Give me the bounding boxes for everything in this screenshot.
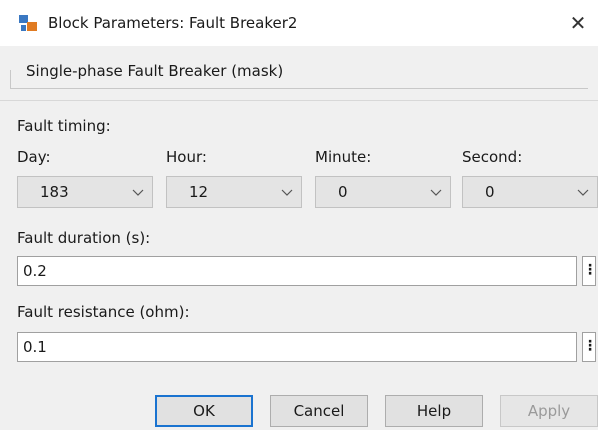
chevron-down-icon bbox=[430, 189, 442, 196]
fault-resistance-value: 0.1 bbox=[23, 338, 47, 356]
fault-duration-value: 0.2 bbox=[23, 262, 47, 280]
mask-title: Single-phase Fault Breaker (mask) bbox=[26, 62, 290, 80]
simulink-block-icon bbox=[18, 13, 38, 33]
chevron-down-icon bbox=[577, 189, 589, 196]
hour-value: 12 bbox=[189, 183, 209, 201]
apply-button[interactable]: Apply bbox=[500, 395, 598, 427]
fault-duration-field[interactable]: 0.2 bbox=[17, 256, 577, 286]
title-bar: Block Parameters: Fault Breaker2 ✕ bbox=[0, 0, 598, 46]
mask-group: Single-phase Fault Breaker (mask) bbox=[10, 60, 588, 90]
fault-duration-label: Fault duration (s): bbox=[17, 229, 151, 247]
minute-select[interactable]: 0 bbox=[315, 176, 451, 208]
minute-value: 0 bbox=[338, 183, 348, 201]
close-icon: ✕ bbox=[569, 11, 587, 35]
minute-label: Minute: bbox=[315, 148, 372, 166]
hour-select[interactable]: 12 bbox=[166, 176, 302, 208]
second-value: 0 bbox=[485, 183, 495, 201]
window-title: Block Parameters: Fault Breaker2 bbox=[48, 14, 298, 32]
more-vertical-icon: ⋮ bbox=[583, 338, 597, 354]
close-button[interactable]: ✕ bbox=[558, 0, 598, 46]
fault-duration-more-button[interactable]: ⋮ bbox=[582, 256, 597, 286]
fault-timing-label: Fault timing: bbox=[17, 117, 111, 135]
fault-resistance-label: Fault resistance (ohm): bbox=[17, 303, 190, 321]
cancel-button[interactable]: Cancel bbox=[270, 395, 368, 427]
hour-label: Hour: bbox=[166, 148, 207, 166]
chevron-down-icon bbox=[281, 189, 293, 196]
group-border-bottom bbox=[10, 88, 588, 89]
fault-resistance-more-button[interactable]: ⋮ bbox=[582, 332, 597, 362]
divider bbox=[0, 100, 598, 101]
day-value: 183 bbox=[40, 183, 69, 201]
ok-button[interactable]: OK bbox=[155, 395, 253, 427]
second-label: Second: bbox=[462, 148, 523, 166]
fault-resistance-field[interactable]: 0.1 bbox=[17, 332, 577, 362]
help-button[interactable]: Help bbox=[385, 395, 483, 427]
day-select[interactable]: 183 bbox=[17, 176, 153, 208]
second-select[interactable]: 0 bbox=[462, 176, 598, 208]
chevron-down-icon bbox=[132, 189, 144, 196]
group-border-left bbox=[10, 70, 11, 88]
day-label: Day: bbox=[17, 148, 51, 166]
more-vertical-icon: ⋮ bbox=[583, 262, 597, 278]
